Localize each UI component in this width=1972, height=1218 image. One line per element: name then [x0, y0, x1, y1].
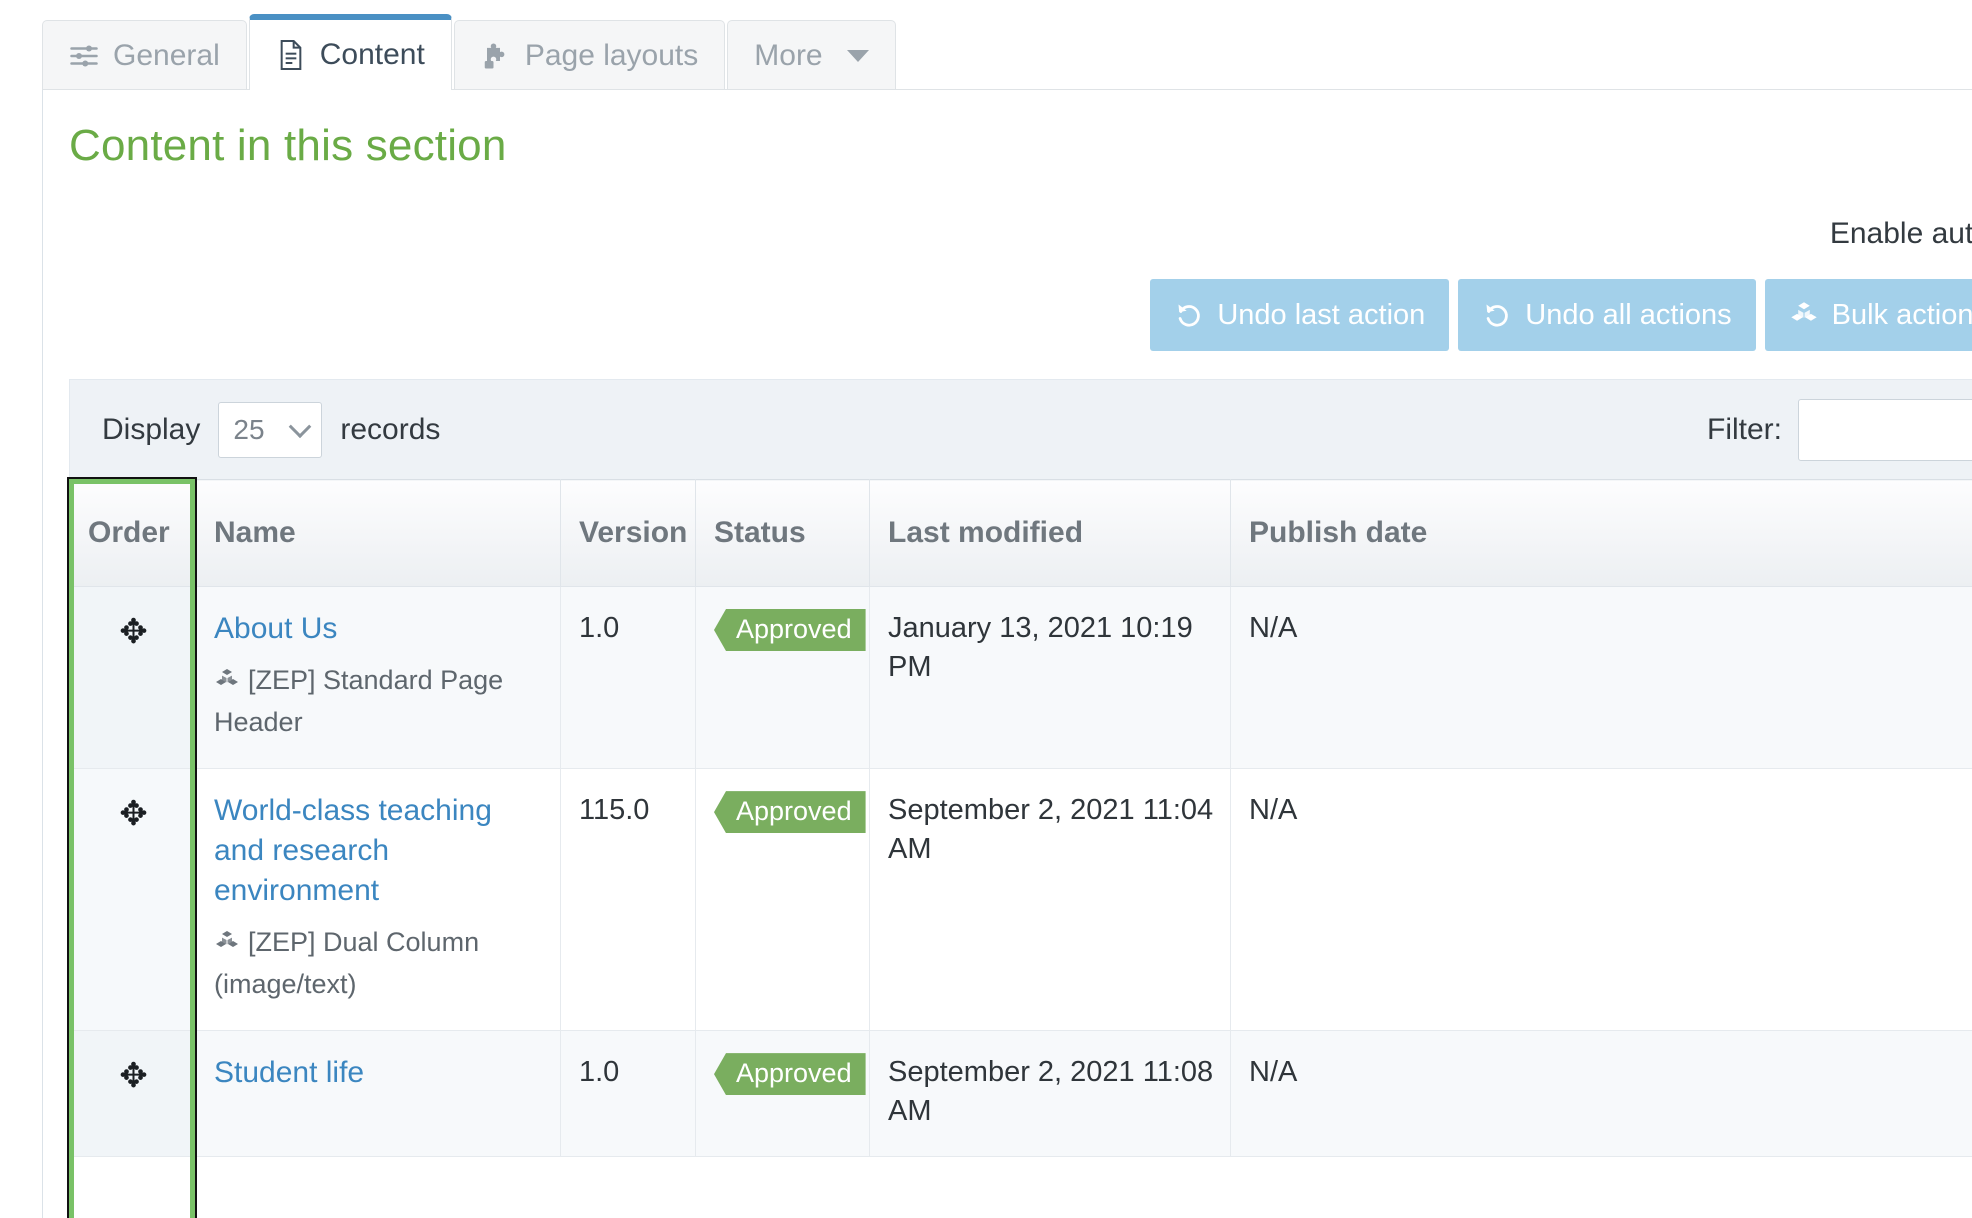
enable-auto-label: Enable auto [1829, 217, 1972, 250]
undo-last-action-button[interactable]: Undo last action [1150, 279, 1450, 351]
last-modified-cell: January 13, 2021 10:19 PM [869, 585, 1231, 770]
table-row: ✥ About Us [ZEP] Standard Page Header 1.… [69, 585, 1972, 770]
status-cell: Approved [695, 768, 870, 1032]
publish-date-cell: N/A [1230, 768, 1972, 1032]
version-cell: 1.0 [560, 585, 696, 770]
bulk-actions-label: Bulk actions [1831, 298, 1972, 331]
column-header-order[interactable]: Order [69, 479, 196, 587]
chevron-down-icon [846, 49, 869, 62]
page-title: Content in this section [69, 121, 507, 170]
last-modified-cell: September 2, 2021 11:08 AM [869, 1030, 1231, 1158]
content-table-wrapper: Order Name Version Status Last modified … [69, 479, 1972, 1218]
undo-icon [1482, 300, 1512, 330]
filter-input[interactable] [1798, 398, 1972, 461]
filter-group: Filter: [1707, 398, 1972, 461]
undo-all-actions-label: Undo all actions [1525, 298, 1732, 331]
content-section-page: General Content Page layouts More Conten… [0, 0, 1972, 1218]
action-button-bar: Undo last action Undo all actions Bulk a… [43, 279, 1972, 351]
move-icon[interactable]: ✥ [119, 1059, 148, 1093]
tab-strip: General Content Page layouts More [42, 14, 898, 90]
cubes-icon [214, 926, 240, 965]
table-header-row: Order Name Version Status Last modified … [69, 479, 1972, 587]
page-size-select[interactable]: 25 [218, 401, 323, 458]
publish-date-cell: N/A [1230, 1030, 1972, 1158]
table-toolbar: Display 25 records Filter: [69, 379, 1972, 479]
name-cell: World-class teaching and research enviro… [195, 768, 561, 1032]
bulk-actions-button[interactable]: Bulk actions [1764, 279, 1972, 351]
version-cell: 1.0 [560, 1030, 696, 1158]
template-label: [ZEP] Standard Page Header [214, 661, 544, 742]
publish-date-cell: N/A [1230, 585, 1972, 770]
chevron-down-icon [289, 414, 312, 438]
tab-page-layouts-label: Page layouts [524, 38, 699, 72]
puzzle-icon [481, 40, 511, 72]
tab-more[interactable]: More [727, 20, 896, 90]
content-table: Order Name Version Status Last modified … [69, 479, 1972, 1158]
filter-label: Filter: [1707, 412, 1782, 446]
status-cell: Approved [695, 1030, 870, 1158]
tab-general-label: General [113, 38, 220, 72]
content-panel: Content in this section Enable auto Undo… [42, 89, 1972, 1218]
column-header-name[interactable]: Name [195, 479, 561, 587]
tab-content-label: Content [319, 38, 425, 71]
status-badge: Approved [714, 1053, 866, 1096]
cubes-icon [1789, 300, 1819, 330]
tab-more-label: More [754, 38, 823, 72]
version-cell: 115.0 [560, 768, 696, 1032]
column-header-version[interactable]: Version [560, 479, 696, 587]
records-label: records [340, 412, 441, 446]
order-cell[interactable]: ✥ [69, 768, 196, 1032]
status-badge: Approved [714, 609, 866, 651]
column-header-publish-date[interactable]: Publish date [1230, 479, 1972, 587]
table-row: ✥ Student life 1.0 Approved September 2,… [69, 1030, 1972, 1158]
move-icon[interactable]: ✥ [119, 615, 148, 649]
template-name: [ZEP] Standard Page Header [214, 664, 504, 738]
order-cell[interactable]: ✥ [69, 585, 196, 770]
column-header-last-modified[interactable]: Last modified [869, 479, 1231, 587]
page-size-value: 25 [233, 413, 265, 445]
template-label: [ZEP] Dual Column (image/text) [214, 923, 544, 1004]
tab-page-layouts[interactable]: Page layouts [453, 20, 726, 90]
order-cell[interactable]: ✥ [69, 1030, 196, 1158]
table-row: ✥ World-class teaching and research envi… [69, 768, 1972, 1032]
undo-icon [1174, 300, 1204, 330]
template-name: [ZEP] Dual Column (image/text) [214, 926, 480, 999]
display-label: Display [102, 412, 201, 446]
content-item-link[interactable]: About Us [214, 612, 337, 645]
tab-content[interactable]: Content [248, 14, 452, 90]
move-icon[interactable]: ✥ [119, 797, 148, 831]
content-item-link[interactable]: Student life [214, 1056, 364, 1089]
undo-all-actions-button[interactable]: Undo all actions [1458, 279, 1756, 351]
name-cell: Student life [195, 1030, 561, 1158]
name-cell: About Us [ZEP] Standard Page Header [195, 585, 561, 770]
column-header-status[interactable]: Status [695, 479, 870, 587]
display-records-group: Display 25 records [102, 401, 441, 458]
tab-general[interactable]: General [42, 20, 247, 90]
content-item-link[interactable]: World-class teaching and research enviro… [214, 794, 492, 907]
cubes-icon [214, 664, 240, 703]
document-icon [276, 39, 306, 71]
status-badge: Approved [714, 791, 866, 834]
status-cell: Approved [695, 585, 870, 770]
undo-last-action-label: Undo last action [1217, 298, 1426, 331]
sliders-icon [69, 40, 99, 72]
last-modified-cell: September 2, 2021 11:04 AM [869, 768, 1231, 1032]
